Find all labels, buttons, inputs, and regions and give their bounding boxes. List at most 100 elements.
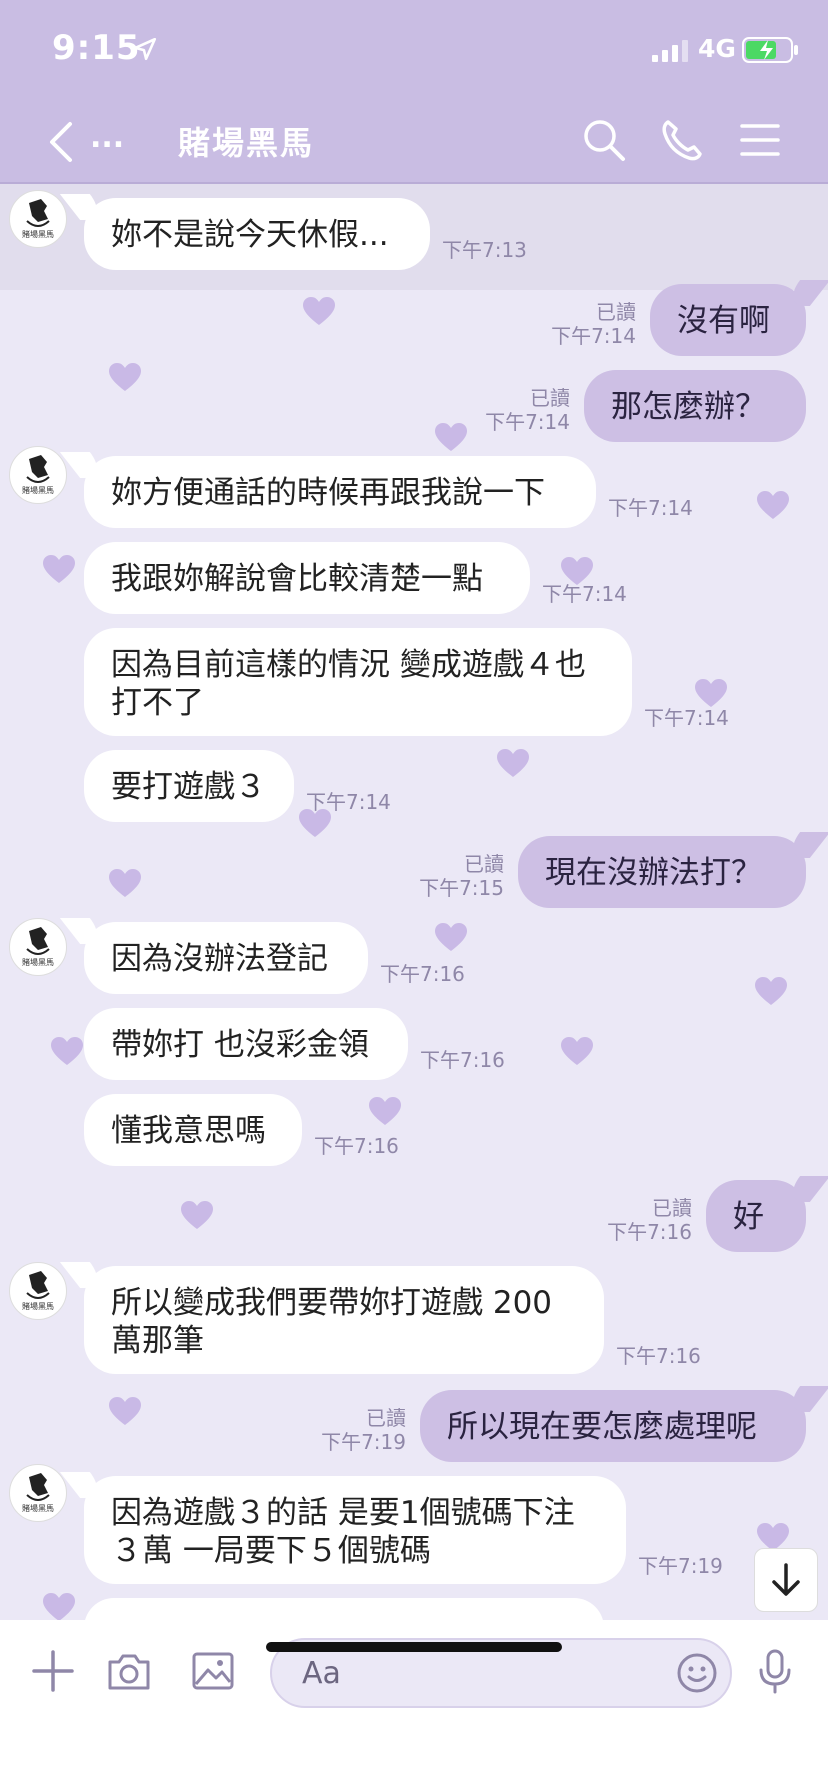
read-receipt: 已讀	[530, 386, 570, 410]
message-text: 現在沒辦法打？	[545, 855, 762, 891]
incoming-message-bubble[interactable]: 所以變成我們要帶妳打遊戲 200 萬那筆	[84, 1266, 604, 1374]
message-text: 妳不是說今天休假...	[111, 217, 389, 253]
back-arrow-icon	[50, 122, 72, 162]
message-text: 帶妳打 也沒彩金領	[111, 1027, 369, 1063]
outgoing-message-bubble[interactable]: 那怎麼辦？	[584, 370, 806, 442]
menu-icon[interactable]	[736, 116, 784, 164]
heart-icon	[43, 555, 75, 583]
chat-header: ... 賭場黑馬	[0, 100, 828, 184]
heart-icon	[369, 1097, 401, 1125]
arrow-down-icon	[772, 1563, 800, 1596]
message-time: 下午7:16	[314, 1134, 399, 1158]
avatar-caption: 賭場黑馬	[22, 1302, 54, 1311]
heart-icon	[43, 1593, 75, 1620]
message-text-line: 因為目前這樣的情況 變成遊戲４也	[111, 647, 586, 683]
message-time: 下午7:16	[380, 962, 465, 986]
message-text-line: 因為遊戲３的話 是要1個號碼下注	[111, 1495, 575, 1531]
heart-icon	[435, 923, 467, 951]
message-time: 下午7:13	[442, 238, 527, 262]
avatar-caption: 賭場黑馬	[22, 1504, 54, 1513]
location-arrow-icon	[133, 37, 157, 61]
avatar[interactable]: 賭場黑馬	[9, 918, 67, 976]
read-receipt: 已讀	[366, 1406, 406, 1430]
message-text-line: 打不了	[111, 685, 204, 721]
read-receipt: 已讀	[464, 852, 504, 876]
read-receipt: 已讀	[596, 300, 636, 324]
avatar-caption: 賭場黑馬	[22, 958, 54, 967]
incoming-message-bubble[interactable]: 因為遊戲３的話 是要1個號碼下注 ３萬 一局要下５個號碼	[84, 1476, 626, 1584]
status-time: 9:15	[52, 28, 141, 68]
message-time: 下午7:14	[608, 496, 693, 520]
message-text: 因為沒辦法登記	[111, 941, 328, 977]
heart-icon	[695, 679, 727, 707]
incoming-message-bubble[interactable]: 因為目前這樣的情況 變成遊戲４也 打不了	[84, 628, 632, 736]
message-text-line: ３萬 一局要下５個號碼	[111, 1533, 431, 1569]
incoming-message-bubble[interactable]: 妳方便通話的時候再跟我說一下	[84, 456, 596, 528]
heart-icon	[181, 1201, 213, 1229]
heart-icon	[51, 1037, 83, 1065]
input-placeholder: Aa	[302, 1656, 341, 1691]
message-text: 沒有啊	[677, 303, 770, 339]
signal-icon	[652, 40, 688, 62]
message-time: 下午7:19	[321, 1430, 406, 1454]
heart-icon	[561, 1037, 593, 1065]
incoming-message-bubble[interactable]: 因為沒辦法登記	[84, 922, 368, 994]
heart-icon	[303, 297, 335, 325]
image-icon[interactable]	[190, 1648, 236, 1694]
message-text: 我跟妳解說會比較清楚一點	[111, 561, 483, 597]
incoming-message-bubble[interactable]: 帶妳打 也沒彩金領	[84, 1008, 408, 1080]
message-time: 下午7:16	[420, 1048, 505, 1072]
message-text: 妳方便通話的時候再跟我說一下	[111, 475, 545, 511]
search-icon[interactable]	[580, 116, 628, 164]
message-time: 下午7:14	[542, 582, 627, 606]
message-time: 下午7:15	[419, 876, 504, 900]
message-text: 懂我意思嗎	[111, 1113, 266, 1149]
outgoing-message-bubble[interactable]: 現在沒辦法打？	[518, 836, 806, 908]
avatar-caption: 賭場黑馬	[22, 486, 54, 495]
avatar[interactable]: 賭場黑馬	[9, 446, 67, 504]
battery-icon	[742, 37, 798, 63]
back-ellipsis: ...	[90, 120, 125, 155]
incoming-message-bubble[interactable]: 懂我意思嗎	[84, 1094, 302, 1166]
avatar-caption: 賭場黑馬	[22, 230, 54, 239]
message-time: 下午7:14	[551, 324, 636, 348]
message-text: 那怎麼辦？	[611, 389, 766, 425]
incoming-message-bubble[interactable]: 妳不是說今天休假...	[84, 198, 430, 270]
heart-icon	[497, 749, 529, 777]
message-text: 所以現在要怎麼處理呢	[447, 1409, 757, 1445]
heart-icon	[109, 1397, 141, 1425]
avatar[interactable]: 賭場黑馬	[9, 1464, 67, 1522]
message-text-line: 所以變成我們要帶妳打遊戲 200	[111, 1285, 553, 1321]
phone-icon[interactable]	[658, 116, 706, 164]
message-text: 好	[733, 1199, 764, 1235]
heart-icon	[109, 869, 141, 897]
chat-title: 賭場黑馬	[178, 124, 315, 162]
avatar[interactable]: 賭場黑馬	[9, 1262, 67, 1320]
avatar[interactable]: 賭場黑馬	[9, 190, 67, 248]
camera-icon[interactable]	[106, 1648, 152, 1694]
incoming-message-bubble[interactable]: 要打遊戲３	[84, 750, 294, 822]
message-time: 下午7:14	[306, 790, 391, 814]
message-time: 下午7:14	[644, 706, 729, 730]
outgoing-message-bubble[interactable]: 所以現在要怎麼處理呢	[420, 1390, 806, 1462]
message-text-line: 萬那筆	[111, 1323, 204, 1359]
back-button[interactable]: ...	[44, 118, 144, 166]
outgoing-message-bubble[interactable]: 好	[706, 1180, 806, 1252]
incoming-message-bubble[interactable]: 我跟妳解說會比較清楚一點	[84, 542, 530, 614]
message-text: 要打遊戲３	[111, 769, 266, 805]
message-time: 下午7:16	[607, 1220, 692, 1244]
microphone-icon[interactable]	[752, 1648, 798, 1694]
plus-icon[interactable]	[30, 1648, 76, 1694]
message-time: 下午7:14	[485, 410, 570, 434]
incoming-message-bubble-partial[interactable]	[84, 1598, 604, 1620]
scroll-to-bottom-button[interactable]	[754, 1548, 818, 1612]
read-receipt: 已讀	[652, 1196, 692, 1220]
emoji-icon[interactable]	[676, 1652, 718, 1694]
network-type: 4G	[698, 34, 736, 63]
heart-icon	[757, 491, 789, 519]
outgoing-message-bubble[interactable]: 沒有啊	[650, 284, 806, 356]
message-time: 下午7:16	[616, 1344, 701, 1368]
home-indicator[interactable]	[266, 1642, 562, 1652]
status-bar: 9:15 4G	[0, 0, 828, 100]
chat-messages[interactable]: 賭場黑馬 賭場黑馬 賭場黑馬 賭場黑馬 賭場黑馬 妳不是說今天休假... 下午7…	[0, 184, 828, 1620]
